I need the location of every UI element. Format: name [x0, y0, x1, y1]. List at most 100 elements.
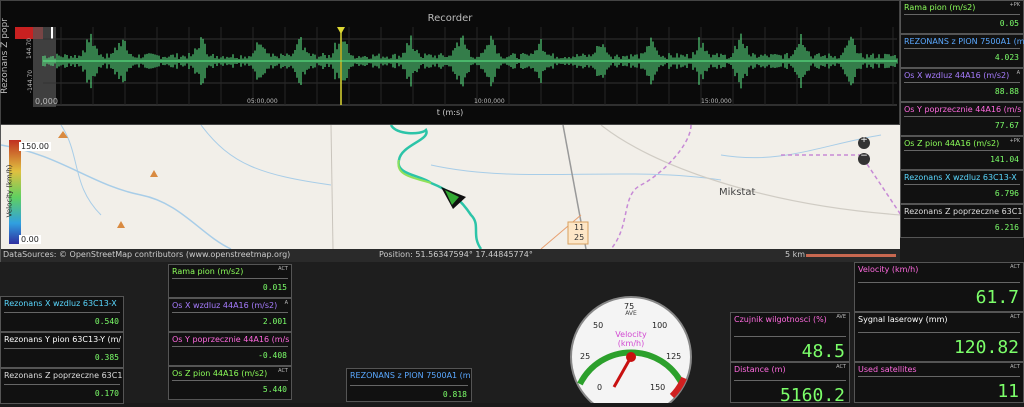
tile-label: REZONANS z PION 7500A1 (m [904, 37, 1024, 46]
tile-tag: +PK [1009, 138, 1020, 144]
y-tick-bottom: -144.70 [27, 69, 35, 94]
gauge-tick-25: 25 [580, 352, 591, 361]
mid_tile-tile[interactable]: Os X wzdluz 44A16 (m/s2) A 2.001 [168, 298, 292, 332]
legend-max: 150.00 [19, 142, 51, 151]
legend-min: 0.00 [19, 235, 41, 244]
road-label-1: 11 [574, 223, 585, 232]
tile-value: -0.408 [258, 351, 287, 360]
place-label: Mikstat [719, 187, 756, 198]
tile-value: 77.67 [994, 121, 1019, 130]
big_tile-tile[interactable]: Sygnal laserowy (mm) ACT 120.82 [854, 312, 1024, 362]
x-tick-0: 0,000 [35, 97, 58, 106]
tile-tag: ACT [1010, 364, 1020, 370]
tile-tag: ACT [278, 266, 288, 272]
tile-label: Rezonans Y pion 63C13-Y (m/ [4, 335, 122, 344]
tile-value: 120.82 [953, 337, 1019, 358]
tile-value: 4.023 [994, 53, 1019, 62]
gauge-tick-125: 125 [666, 352, 682, 361]
gauge-tick-50: 50 [593, 321, 604, 330]
tile-value: 0.818 [442, 390, 467, 399]
x-tick-3: 15:00,000 [701, 98, 732, 105]
gauge-tick-0: 0 [597, 383, 603, 392]
mid_tile-tile[interactable]: Rama pion (m/s2) ACT 0.015 [168, 264, 292, 298]
map-scale-label: 5 km [785, 250, 806, 259]
mid_tile-tile[interactable]: Os Z pion 44A16 (m/s2) ACT 5.440 [168, 366, 292, 400]
gauge-tick-150: 150 [650, 383, 666, 392]
tile-value: 0.05 [999, 19, 1019, 28]
tile-label: Used satellites [858, 365, 917, 374]
left_tile-tile[interactable]: Rezonans Y pion 63C13-Y (m/0.385 [0, 332, 124, 368]
right_tile-tile[interactable]: Os X wzdluz 44A16 (m/s2) A 88.88 [900, 68, 1024, 102]
right_tile-tile[interactable]: Os Z pion 44A16 (m/s2) +PK 141.04 [900, 136, 1024, 170]
tile-value: 141.04 [990, 155, 1019, 164]
tile-value: 0.540 [94, 317, 119, 326]
tile-label: Czujnik wilgotnosci (%) [734, 315, 827, 324]
tile-label: REZONANS z PION 7500A1 (m [350, 371, 471, 380]
zoom-out-icon[interactable]: − [859, 151, 869, 161]
tile-tag: A [284, 300, 288, 306]
right_tile-tile[interactable]: Rezonans Z poprzeczne 63C1 6.216 [900, 204, 1024, 238]
zoom-in-icon[interactable]: + [859, 135, 869, 145]
big_tile-tile[interactable]: Distance (m) ACT 5160.2 [730, 362, 850, 406]
right_tile-tile[interactable]: Rezonans X wzdluz 63C13-X 6.796 [900, 170, 1024, 204]
tile-label: Distance (m) [734, 365, 786, 374]
legend-label: Velocity (km/h) [5, 164, 14, 218]
map-footer: DataSources: © OpenStreetMap contributor… [1, 249, 900, 262]
gauge-tag: AVE [625, 310, 637, 317]
tile-value: 5.440 [262, 385, 287, 394]
tile-label: Rezonans Z poprzeczne 63C1 [4, 371, 123, 380]
tile-label: Os Y poprzecznie 44A16 (m/s [904, 105, 1022, 114]
rez-tile[interactable]: REZONANS z PION 7500A1 (m 0.818 [346, 368, 472, 402]
big_tile-tile[interactable]: Velocity (km/h) ACT 61.7 [854, 262, 1024, 312]
left_tile-tile[interactable]: Rezonans Z poprzeczne 63C1 0.170 [0, 368, 124, 404]
tile-value: 61.7 [975, 287, 1019, 308]
tile-value: 0.015 [262, 283, 287, 292]
x-tick-1: 05:00,000 [247, 98, 278, 105]
tile-value: 2.001 [262, 317, 287, 326]
tile-label: Rezonans Z poprzeczne 63C1 [904, 207, 1023, 216]
tile-label: Velocity (km/h) [858, 265, 919, 274]
tile-value: 48.5 [801, 341, 845, 362]
tile-value: 0.385 [94, 353, 119, 362]
road-label-2: 25 [574, 233, 585, 242]
tile-label: Os Y poprzecznie 44A16 (m/s [172, 335, 290, 344]
right_tile-tile[interactable]: Os Y poprzecznie 44A16 (m/s 77.67 [900, 102, 1024, 136]
left_tile-tile[interactable]: Rezonans X wzdluz 63C13-X 0.540 [0, 296, 124, 332]
tile-label: Rama pion (m/s2) [172, 267, 244, 276]
big_tile-tile[interactable]: Czujnik wilgotnosci (%) AVE 48.5 [730, 312, 850, 362]
map-attribution[interactable]: DataSources: © OpenStreetMap contributor… [3, 250, 290, 259]
big_tile-tile[interactable]: Used satellites ACT 11 [854, 362, 1024, 403]
right_tile-tile[interactable]: REZONANS z PION 7500A1 (m 4.023 [900, 34, 1024, 68]
tile-value: 6.216 [994, 223, 1019, 232]
tile-value: 88.88 [994, 87, 1019, 96]
recorder-x-label: t (m:s) [436, 108, 464, 117]
tile-label: Os X wzdluz 44A16 (m/s2) [904, 71, 1010, 80]
tile-label: Os Z pion 44A16 (m/s2) [172, 369, 268, 378]
tile-tag: ACT [836, 364, 846, 370]
tile-tag: ACT [1010, 264, 1020, 270]
gauge-tick-100: 100 [652, 321, 668, 330]
gauge-tick-75: 75 [624, 302, 635, 311]
gauge-unit: (km/h) [617, 339, 645, 348]
tile-label: Rezonans X wzdluz 63C13-X [4, 299, 117, 308]
tile-value: 0.170 [94, 389, 119, 398]
tile-label: Sygnal laserowy (mm) [858, 315, 948, 324]
tile-tag: AVE [836, 314, 846, 320]
tile-label: Rezonans X wzdluz 63C13-X [904, 173, 1017, 182]
tile-tag: ACT [278, 368, 288, 374]
right_tile-tile[interactable]: Rama pion (m/s2) +PK 0.05 [900, 0, 1024, 34]
x-tick-2: 10:00,000 [474, 98, 505, 105]
map-view[interactable]: 150.00 0.00 Velocity (km/h) + − Mikstat … [0, 125, 900, 262]
y-tick-top: 144.70 [26, 38, 33, 59]
map-canvas[interactable] [1, 125, 900, 262]
mid_tile-tile[interactable]: Os Y poprzecznie 44A16 (m/s -0.408 [168, 332, 292, 366]
map-scale-bar [806, 254, 896, 257]
gauge-label: Velocity [615, 330, 647, 339]
tile-label: Os Z pion 44A16 (m/s2) [904, 139, 1000, 148]
recorder-panel[interactable]: Recorder Rezonans Z popr 144.70 -144.70 … [0, 0, 900, 125]
tile-tag: A [1016, 70, 1020, 76]
map-position: Position: 51.56347594° 17.44845774° [379, 250, 533, 259]
tile-tag: +PK [1009, 2, 1020, 8]
tile-tag: ACT [1010, 314, 1020, 320]
velocity-gauge[interactable]: Velocity (km/h) AVE 0 25 50 75 100 125 1… [566, 292, 696, 407]
